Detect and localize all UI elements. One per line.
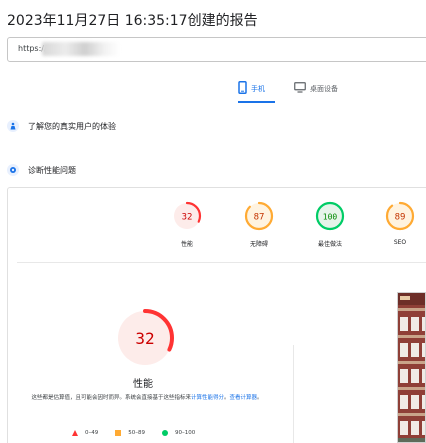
user-experience-icon <box>7 120 19 132</box>
performance-big-score: 32 <box>135 329 154 348</box>
score-legend: 0–49 50–89 90–100 <box>72 430 212 436</box>
performance-description: 这些都是估算值，且可能会因时而异。系统会直接基于这些指标来计算性能得分 。查看计算… <box>22 393 272 403</box>
tab-mobile-label: 手机 <box>251 85 265 93</box>
legend-pass-range: 90–100 <box>175 430 196 436</box>
gauge-best-practices-label: 最佳做法 <box>317 241 342 248</box>
gauge-accessibility-ring: 87 <box>244 201 274 231</box>
legend-average-range: 50–89 <box>128 430 145 436</box>
tab-desktop-label: 桌面设备 <box>310 85 338 93</box>
legend-fail-range: 0–49 <box>85 430 99 436</box>
page-screenshot-thumbnail[interactable] <box>397 292 426 443</box>
url-input[interactable]: https://cr <box>7 37 426 62</box>
section-lab-data-label: 诊断性能问题 <box>28 165 76 175</box>
triangle-icon <box>72 430 78 436</box>
tab-mobile[interactable]: 手机 <box>238 80 265 108</box>
gauge-performance-label: 性能 <box>180 241 193 248</box>
gauge-accessibility-score: 87 <box>254 213 265 223</box>
gauge-best-practices[interactable]: 100 最佳做法 <box>305 200 355 248</box>
legend-fail: 0–49 <box>72 430 98 436</box>
device-tabs: 手机 桌面设备 <box>238 80 368 110</box>
mobile-phone-icon <box>238 81 247 94</box>
gauge-seo-ring: 89 <box>385 201 415 231</box>
vertical-divider <box>293 345 294 443</box>
gauge-seo-label: SEO <box>393 239 407 246</box>
lab-data-card <box>7 187 426 443</box>
section-field-data-label: 了解您的真实用户的体验 <box>28 121 116 131</box>
desktop-monitor-icon <box>294 82 306 93</box>
circle-icon <box>162 430 168 436</box>
gauge-accessibility[interactable]: 87 无障碍 <box>234 200 284 248</box>
legend-pass: 90–100 <box>162 430 195 436</box>
performance-description-text: 这些都是估算值，且可能会因时而异。系统会直接基于这些指标来 <box>31 395 191 401</box>
legend-average: 50–89 <box>115 430 145 436</box>
performance-big-label: 性能 <box>133 379 153 390</box>
section-field-data[interactable]: 了解您的真实用户的体验 <box>7 120 116 132</box>
section-lab-data[interactable]: 诊断性能问题 <box>7 164 76 176</box>
tab-desktop[interactable]: 桌面设备 <box>294 80 338 108</box>
gauge-seo-score: 89 <box>395 213 406 223</box>
gauge-performance-score: 32 <box>182 213 193 223</box>
performance-big-gauge: 32 <box>116 309 174 367</box>
gauge-seo[interactable]: 89 SEO <box>375 200 425 246</box>
gauge-best-practices-score: 100 <box>323 213 338 222</box>
gauge-performance[interactable]: 32 性能 <box>162 200 212 248</box>
tab-active-underline <box>238 101 275 103</box>
square-icon <box>115 430 122 436</box>
diagnostics-icon <box>7 164 19 176</box>
gauge-accessibility-label: 无障碍 <box>249 241 268 248</box>
card-divider <box>17 262 426 263</box>
gauge-best-practices-ring: 100 <box>315 201 345 231</box>
view-calculator-link[interactable]: 查看计算器 <box>230 395 258 401</box>
calc-score-link[interactable]: 计算性能得分 <box>191 395 224 401</box>
gauge-performance-ring: 32 <box>172 201 202 231</box>
performance-description-end: 。 <box>257 395 263 401</box>
redacted-url-blur <box>42 42 120 56</box>
report-title: 2023年11月27日 16:35:17创建的报告 <box>7 13 258 29</box>
